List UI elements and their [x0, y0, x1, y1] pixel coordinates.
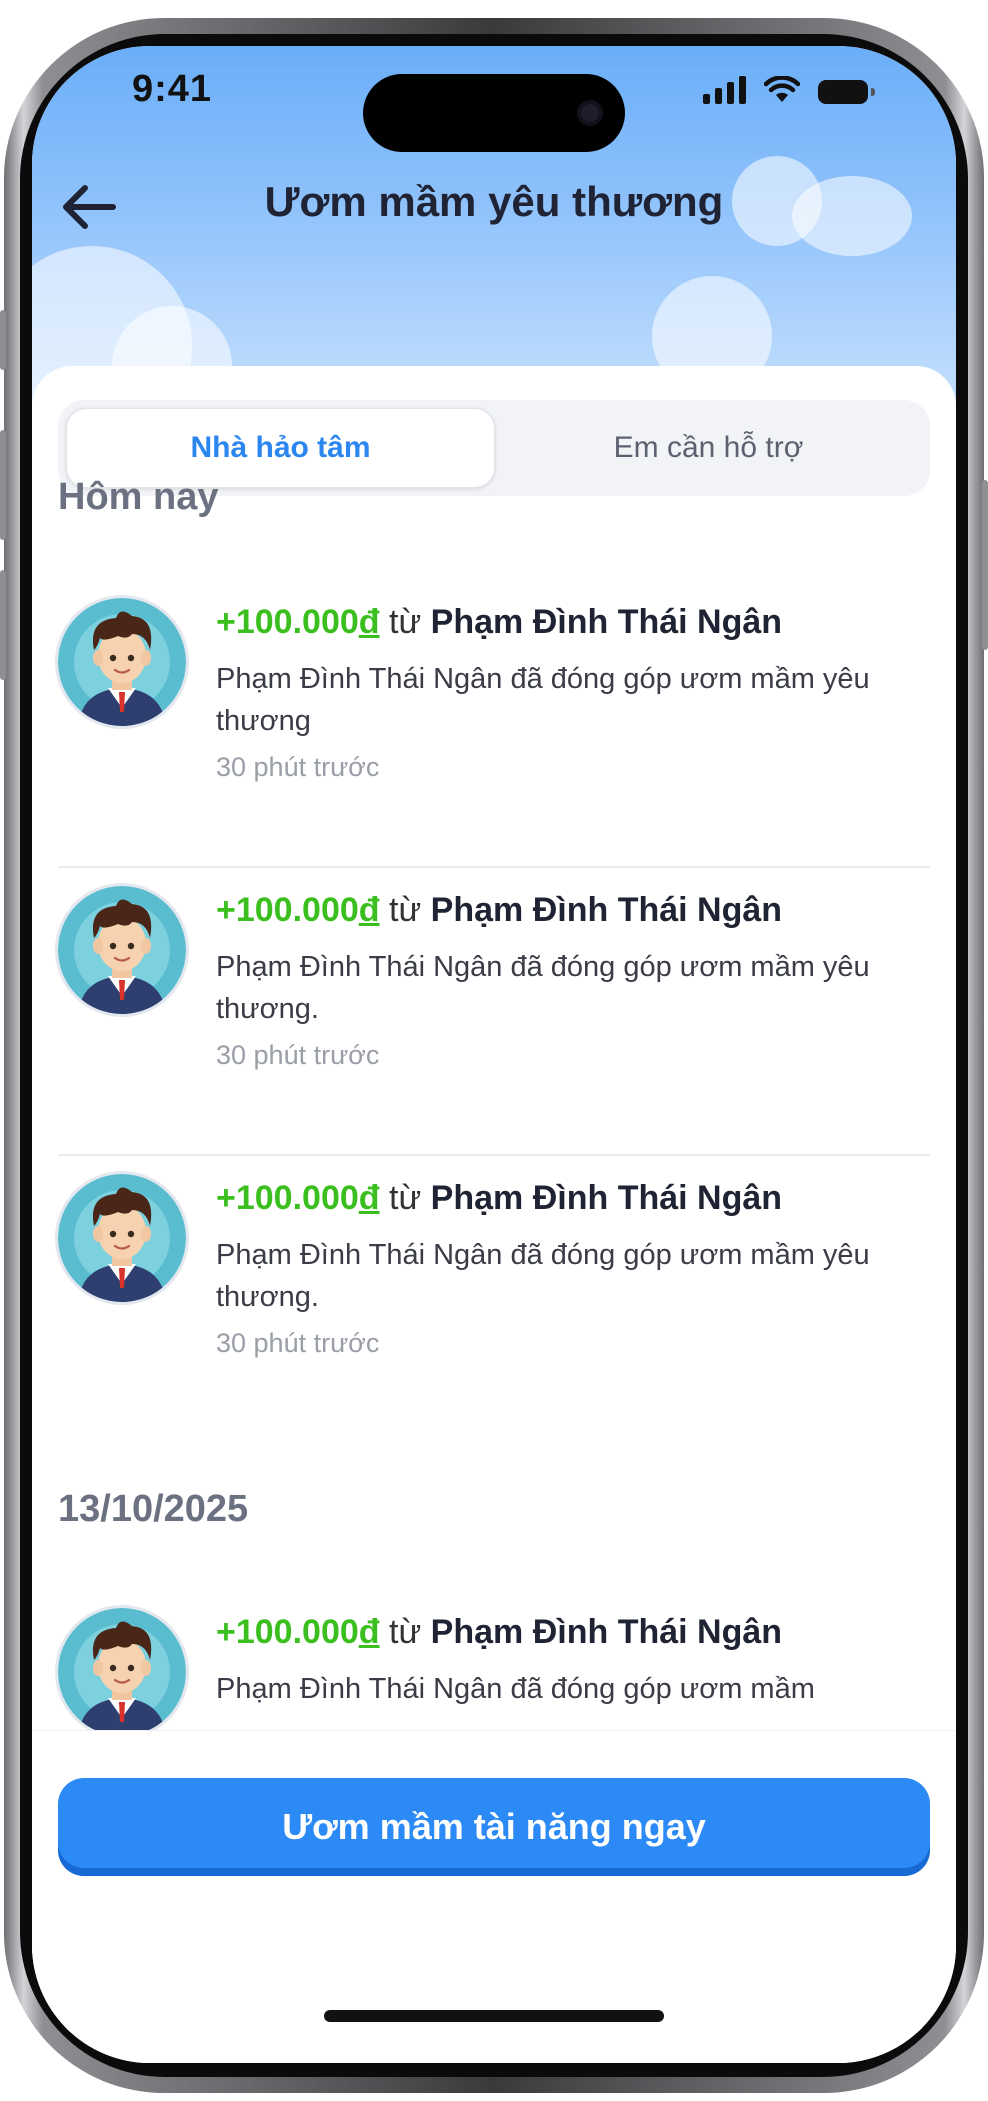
tab-need-support[interactable]: Em cần hỗ trợ — [495, 408, 922, 488]
section-label-today: Hôm nay — [58, 476, 219, 518]
avatar — [58, 1608, 186, 1736]
volume-up-button — [0, 430, 6, 540]
wifi-icon — [764, 76, 800, 102]
donation-amount: +100.000 — [216, 891, 359, 929]
donation-item[interactable]: +100.000đ từ Phạm Đình Thái Ngân Phạm Đì… — [58, 598, 930, 818]
donation-text: +100.000đ từ Phạm Đình Thái Ngân Phạm Đì… — [216, 1610, 916, 1710]
donation-headline: +100.000đ từ Phạm Đình Thái Ngân — [216, 600, 916, 644]
donation-amount: +100.000 — [216, 603, 359, 641]
donation-text: +100.000đ từ Phạm Đình Thái Ngân Phạm Đì… — [216, 888, 916, 1071]
from-word: từ — [389, 1179, 422, 1217]
donation-text: +100.000đ từ Phạm Đình Thái Ngân Phạm Đì… — [216, 600, 916, 783]
section-label-date: 13/10/2025 — [58, 1488, 249, 1530]
battery-icon — [818, 80, 875, 104]
donor-name: Phạm Đình Thái Ngân — [430, 1179, 783, 1217]
donation-item[interactable]: +100.000đ từ Phạm Đình Thái Ngân Phạm Đì… — [58, 886, 930, 1106]
donation-headline: +100.000đ từ Phạm Đình Thái Ngân — [216, 1176, 916, 1220]
donation-description: Phạm Đình Thái Ngân đã đóng góp ươm mầm … — [216, 663, 870, 737]
donor-name: Phạm Đình Thái Ngân — [430, 1613, 783, 1651]
avatar — [58, 598, 186, 726]
donation-item[interactable]: +100.000đ từ Phạm Đình Thái Ngân Phạm Đì… — [58, 1174, 930, 1394]
donation-time: 30 phút trước — [216, 1040, 380, 1070]
donation-amount: +100.000 — [216, 1613, 359, 1651]
currency-symbol: đ — [358, 1179, 380, 1217]
from-word: từ — [389, 891, 422, 929]
status-icons — [703, 76, 875, 104]
action-button — [0, 310, 6, 370]
donation-amount: +100.000 — [216, 1179, 359, 1217]
currency-symbol: đ — [358, 891, 380, 929]
from-word: từ — [389, 1613, 422, 1651]
status-time: 9:41 — [132, 68, 213, 110]
currency-symbol: đ — [358, 603, 380, 641]
divider — [58, 866, 930, 868]
donor-name: Phạm Đình Thái Ngân — [430, 603, 783, 641]
volume-down-button — [0, 570, 6, 680]
donation-headline: +100.000đ từ Phạm Đình Thái Ngân — [216, 1610, 916, 1654]
avatar — [58, 1174, 186, 1302]
home-indicator[interactable] — [324, 2010, 664, 2022]
avatar — [58, 886, 186, 1014]
screen: 9:41 Ươm mầm yêu thương Nhà hảo tâm Em c… — [32, 46, 956, 2063]
page-title: Ươm mầm yêu thương — [264, 178, 724, 225]
power-button — [982, 480, 988, 650]
donor-name: Phạm Đình Thái Ngân — [430, 891, 783, 929]
donation-time: 30 phút trước — [216, 752, 380, 782]
donation-description: Phạm Đình Thái Ngân đã đóng góp ươm mầm … — [216, 1239, 870, 1313]
divider — [58, 1154, 930, 1156]
dynamic-island — [363, 74, 625, 152]
donation-text: +100.000đ từ Phạm Đình Thái Ngân Phạm Đì… — [216, 1176, 916, 1359]
donation-headline: +100.000đ từ Phạm Đình Thái Ngân — [216, 888, 916, 932]
donation-description: Phạm Đình Thái Ngân đã đóng góp ươm mầm … — [216, 951, 870, 1025]
cellular-signal-icon — [703, 76, 746, 104]
from-word: từ — [389, 603, 422, 641]
donation-description: Phạm Đình Thái Ngân đã đóng góp ươm mầm — [216, 1673, 815, 1705]
sponsor-now-button[interactable]: Ươm mầm tài năng ngay — [58, 1778, 930, 1876]
camera-icon — [577, 100, 603, 126]
donation-time: 30 phút trước — [216, 1328, 380, 1358]
currency-symbol: đ — [358, 1613, 380, 1651]
